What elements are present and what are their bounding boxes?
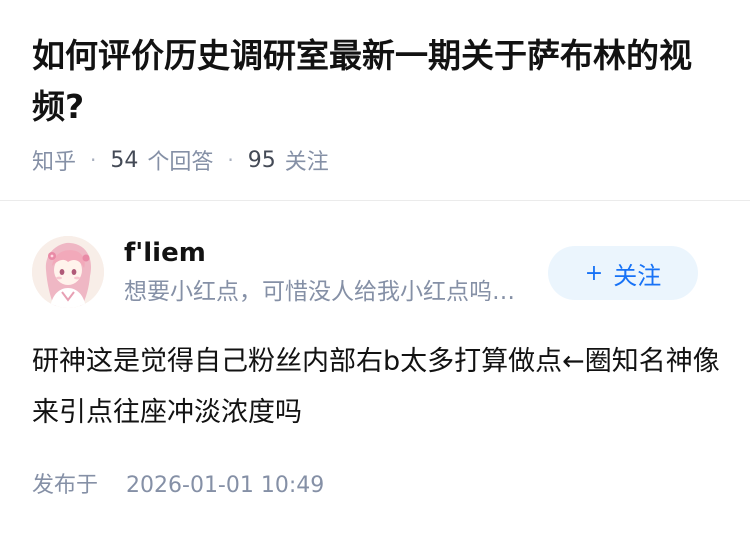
- separator-dot: ·: [227, 148, 234, 172]
- avatar[interactable]: [32, 236, 104, 308]
- separator-dot: ·: [90, 148, 97, 172]
- publish-label: 发布于: [32, 473, 99, 498]
- question-title[interactable]: 如何评价历史调研室最新一期关于萨布林的视频?: [32, 30, 722, 132]
- source-label[interactable]: 知乎: [32, 144, 76, 176]
- follow-count: 95: [247, 147, 276, 173]
- section-divider: [0, 200, 750, 201]
- follow-count-label: 关注: [284, 150, 329, 175]
- follow-button-label: 关注: [613, 261, 662, 290]
- plus-icon: +: [584, 260, 604, 286]
- question-meta: 知乎 · 54 个回答 · 95 关注: [32, 142, 329, 178]
- avatar-illustration: [32, 236, 104, 308]
- publish-time: 2026-01-01 10:49: [126, 473, 325, 498]
- answer-content[interactable]: 研神这是觉得自己粉丝内部右b太多打算做点←圈知名神像来引点往座冲淡浓度吗: [32, 336, 722, 438]
- follow-button[interactable]: + 关注: [548, 246, 698, 300]
- publish-info: 发布于 2026-01-01 10:49: [32, 468, 324, 504]
- author-bio: 想要小红点，可惜没人给我小红点呜呜呜: [124, 279, 536, 305]
- answer-count-label: 个回答: [147, 150, 214, 175]
- author-name[interactable]: f'liem: [124, 236, 206, 270]
- answer-count: 54: [110, 147, 139, 173]
